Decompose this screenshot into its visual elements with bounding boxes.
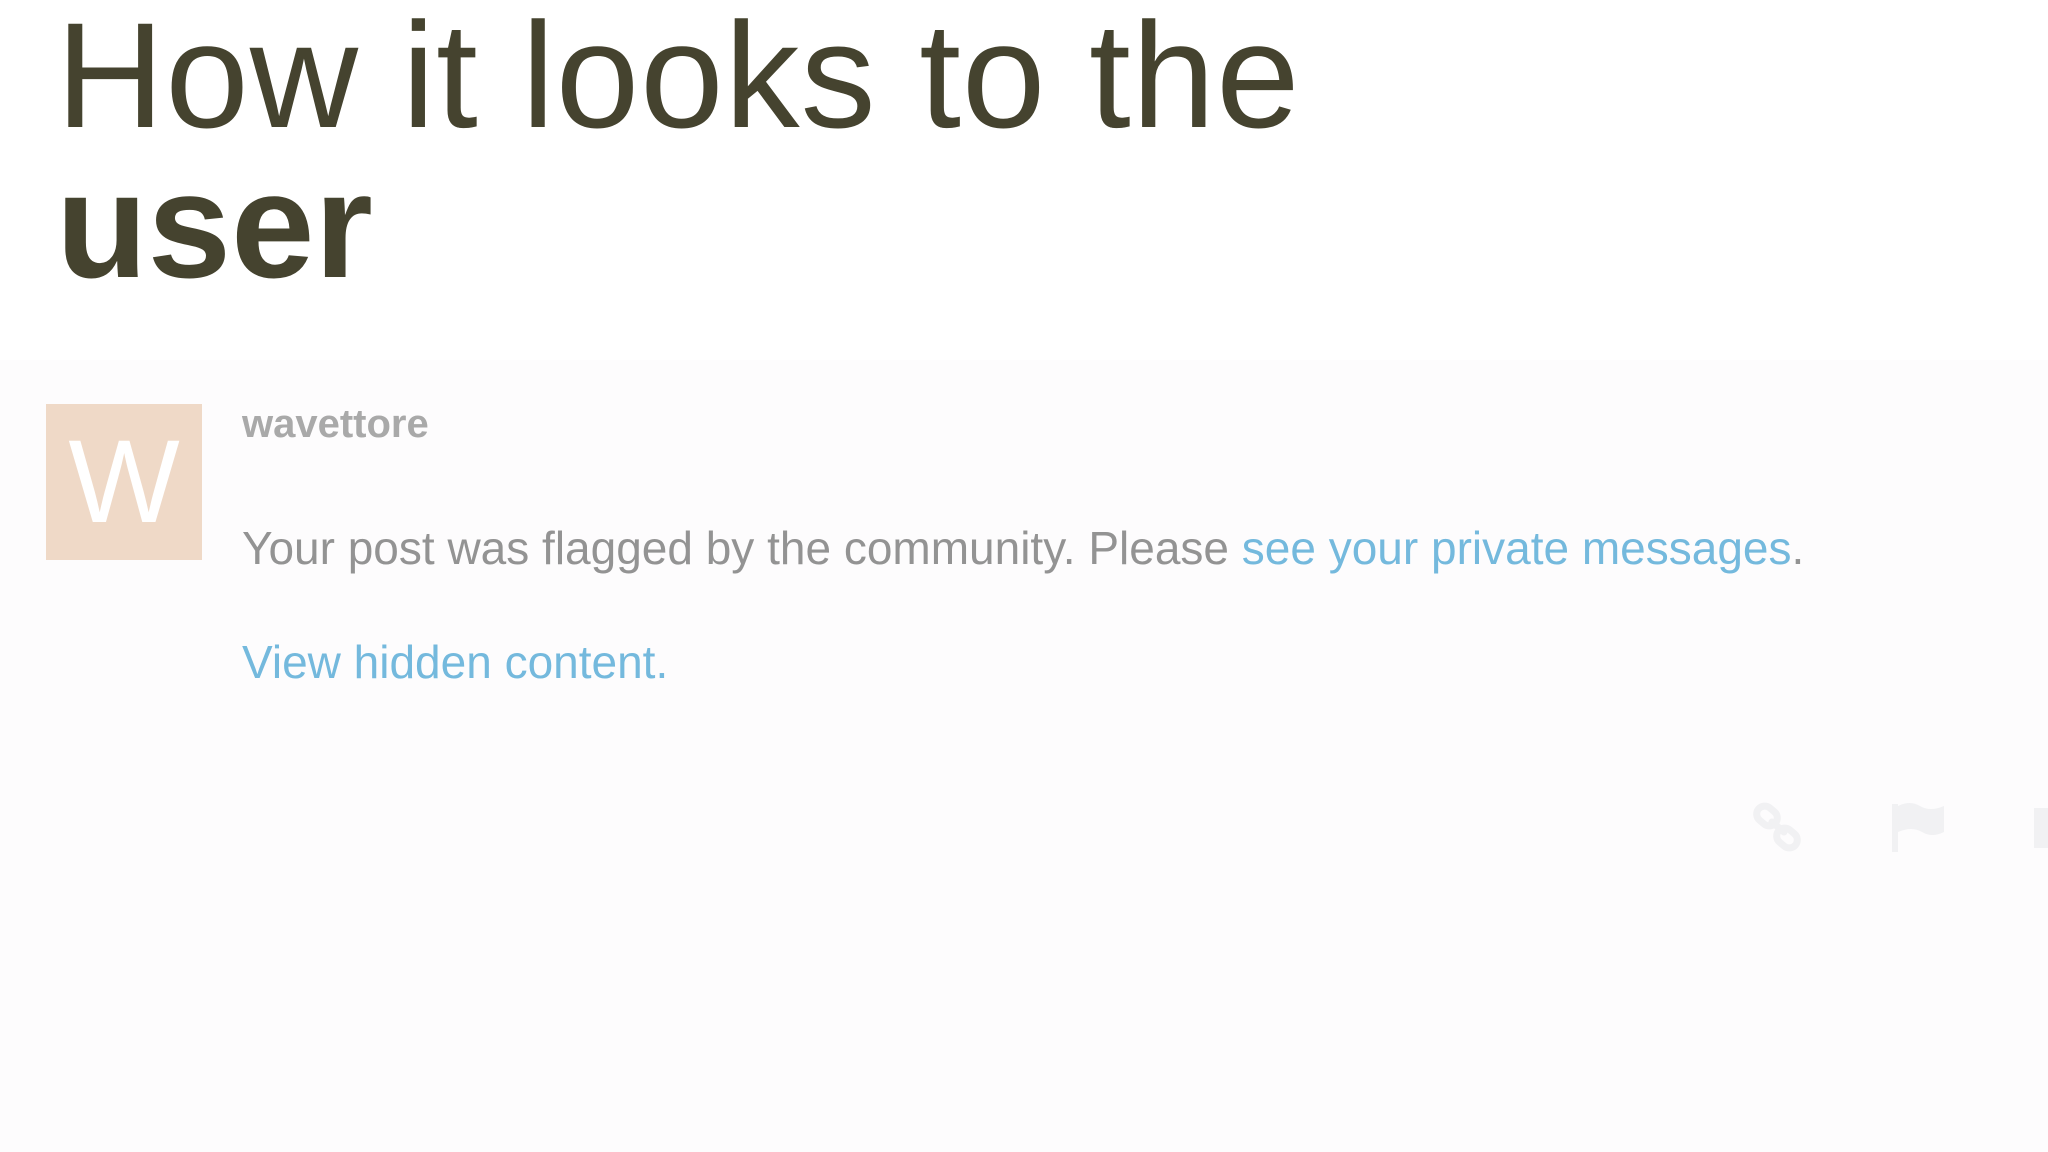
share-link-button[interactable] xyxy=(1748,798,1808,858)
flag-notice-end: . xyxy=(1791,522,1805,574)
post-actions xyxy=(1748,798,2048,858)
link-icon xyxy=(1753,802,1801,852)
bookmark-icon xyxy=(2034,808,2048,848)
private-messages-link[interactable]: see your private messages xyxy=(1242,522,1792,574)
flag-button[interactable] xyxy=(1888,798,1948,858)
slide-title-line2: user xyxy=(56,141,373,309)
view-hidden-content-link[interactable]: View hidden content. xyxy=(242,634,668,690)
avatar[interactable]: W xyxy=(46,404,202,560)
slide-title: How it looks to the user xyxy=(56,0,1301,300)
flagged-post: W wavettore Your post was flagged by the… xyxy=(0,360,2048,1152)
flag-icon xyxy=(1892,803,1944,852)
slide-title-line1: How it looks to the xyxy=(56,0,1301,159)
bookmark-button[interactable] xyxy=(2016,798,2048,858)
flag-notice-text: Your post was flagged by the community. … xyxy=(242,522,1242,574)
username[interactable]: wavettore xyxy=(242,400,429,448)
flag-notice: Your post was flagged by the community. … xyxy=(242,520,1804,576)
avatar-letter: W xyxy=(68,416,180,548)
